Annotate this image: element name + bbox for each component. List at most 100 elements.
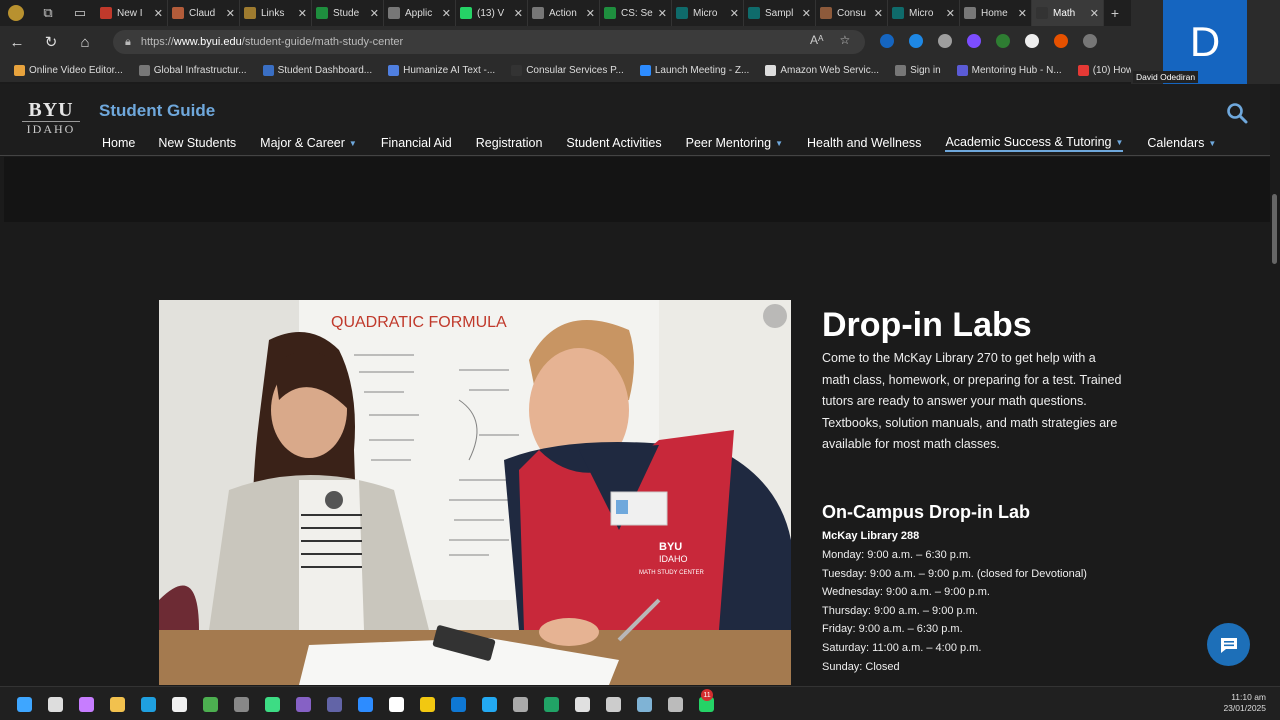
bookmark-label: Student Dashboard... — [277, 64, 373, 76]
hours-line: Sunday: Closed — [822, 660, 900, 673]
nav-item[interactable]: Academic Success & Tutoring ▼ — [945, 134, 1124, 152]
nav-item-label: Calendars — [1147, 136, 1205, 150]
workspaces-icon[interactable]: ⧉ — [32, 0, 64, 26]
tab-actions-icon[interactable]: ▭ — [64, 0, 96, 26]
browser-tab[interactable]: New I ✕ — [96, 0, 168, 26]
back-icon[interactable]: ← — [0, 26, 34, 58]
settings-icon[interactable] — [601, 693, 625, 715]
nav-item[interactable]: Calendars ▼ — [1147, 134, 1216, 152]
bookmark-item[interactable]: Online Video Editor... — [8, 64, 129, 76]
excel-icon[interactable] — [539, 693, 563, 715]
browser-tab[interactable]: (13) V ✕ — [456, 0, 528, 26]
bookmark-item[interactable]: Consular Services P... — [505, 64, 630, 76]
new-tab-button[interactable]: + — [1104, 5, 1126, 21]
tab-close-icon[interactable]: ✕ — [874, 7, 883, 20]
tab-close-icon[interactable]: ✕ — [730, 7, 739, 20]
search-icon[interactable] — [1226, 102, 1248, 124]
chrome-icon[interactable] — [198, 693, 222, 715]
vscode-icon[interactable] — [477, 693, 501, 715]
byu-idaho-logo[interactable]: BYU IDAHO — [22, 100, 80, 135]
android-studio-icon[interactable] — [260, 693, 284, 715]
github-icon[interactable] — [384, 693, 408, 715]
windows-start-icon[interactable] — [12, 693, 36, 715]
home-icon[interactable]: ⌂ — [68, 26, 102, 58]
bookmark-item[interactable]: Launch Meeting - Z... — [634, 64, 756, 76]
extension-2-icon[interactable] — [909, 34, 923, 48]
power-bi-icon[interactable] — [415, 693, 439, 715]
bookmark-item[interactable]: Global Infrastructur... — [133, 64, 253, 76]
store-icon[interactable] — [167, 693, 191, 715]
browser-tab[interactable]: Math ✕ — [1032, 0, 1104, 26]
site-title[interactable]: Student Guide — [99, 101, 215, 121]
tab-close-icon[interactable]: ✕ — [946, 7, 955, 20]
tab-close-icon[interactable]: ✕ — [1090, 7, 1099, 20]
system-clock[interactable]: 11:10 am 23/01/2025 — [1212, 692, 1266, 714]
terminal-icon[interactable] — [229, 693, 253, 715]
browser-tab[interactable]: Stude ✕ — [312, 0, 384, 26]
browser-tab[interactable]: Applic ✕ — [384, 0, 456, 26]
tab-close-icon[interactable]: ✕ — [586, 7, 595, 20]
calculator-icon[interactable] — [663, 693, 687, 715]
tab-close-icon[interactable]: ✕ — [442, 7, 451, 20]
tab-close-icon[interactable]: ✕ — [1018, 7, 1027, 20]
nav-item-label: Academic Success & Tutoring — [945, 135, 1112, 149]
browser-tab[interactable]: Links ✕ — [240, 0, 312, 26]
outlook-icon[interactable] — [446, 693, 470, 715]
nav-item[interactable]: Student Activities — [566, 134, 661, 152]
zoom-icon[interactable] — [353, 693, 377, 715]
extension-4-icon[interactable] — [967, 34, 981, 48]
browser-tab[interactable]: Consu ✕ — [816, 0, 888, 26]
3d-viewer-icon[interactable] — [508, 693, 532, 715]
bookmark-item[interactable]: Mentoring Hub - N... — [951, 64, 1068, 76]
extension-3-icon[interactable] — [938, 34, 952, 48]
browser-tab[interactable]: CS: Se ✕ — [600, 0, 672, 26]
bookmark-item[interactable]: Humanize AI Text -... — [382, 64, 501, 76]
profile-avatar-icon[interactable] — [0, 0, 32, 26]
notepad-icon[interactable] — [632, 693, 656, 715]
file-explorer-icon[interactable] — [105, 693, 129, 715]
browser-tab[interactable]: Action ✕ — [528, 0, 600, 26]
nav-item-label: New Students — [158, 136, 237, 150]
teams-icon[interactable] — [322, 693, 346, 715]
visual-studio-icon[interactable] — [291, 693, 315, 715]
tab-close-icon[interactable]: ✕ — [298, 7, 307, 20]
tab-close-icon[interactable]: ✕ — [226, 7, 235, 20]
bookmark-item[interactable]: Amazon Web Servic... — [759, 64, 885, 76]
browser-tab[interactable]: Sampl ✕ — [744, 0, 816, 26]
tab-close-icon[interactable]: ✕ — [154, 7, 163, 20]
favorite-star-icon[interactable]: ☆ — [839, 33, 850, 47]
bookmark-item[interactable]: Student Dashboard... — [257, 64, 379, 76]
nav-item[interactable]: Major & Career ▼ — [260, 134, 357, 152]
extension-5-icon[interactable] — [996, 34, 1010, 48]
extension-1-icon[interactable] — [880, 34, 894, 48]
browser-tab[interactable]: Home ✕ — [960, 0, 1032, 26]
browser-tab[interactable]: Micro ✕ — [888, 0, 960, 26]
tab-close-icon[interactable]: ✕ — [802, 7, 811, 20]
extension-7-icon[interactable] — [1054, 34, 1068, 48]
main-nav: Home New Students Major & Career ▼ Financial… — [102, 134, 1216, 152]
snipping-tool-icon[interactable] — [570, 693, 594, 715]
nav-item[interactable]: Financial Aid — [381, 134, 452, 152]
read-aloud-icon[interactable]: Aᴬ — [810, 33, 823, 47]
nav-item[interactable]: Home — [102, 134, 135, 152]
copilot-icon[interactable] — [74, 693, 98, 715]
nav-item[interactable]: Registration — [476, 134, 543, 152]
tab-favicon-icon — [172, 7, 184, 19]
settings-icon[interactable] — [1083, 34, 1097, 48]
browser-tab[interactable]: Micro ✕ — [672, 0, 744, 26]
nav-item[interactable]: New Students — [158, 134, 236, 152]
nav-item[interactable]: Peer Mentoring ▼ — [686, 134, 783, 152]
tab-close-icon[interactable]: ✕ — [370, 7, 379, 20]
search-icon[interactable] — [43, 693, 67, 715]
browser-tab[interactable]: Claud ✕ — [168, 0, 240, 26]
bookmark-item[interactable]: Sign in — [889, 64, 947, 76]
refresh-icon[interactable]: ↻ — [34, 26, 68, 58]
address-bar[interactable]: 🔒︎ https://www.byui.edu/student-guide/ma… — [113, 30, 865, 54]
chat-button[interactable] — [1207, 623, 1250, 666]
tab-close-icon[interactable]: ✕ — [514, 7, 523, 20]
edge-icon[interactable] — [136, 693, 160, 715]
nav-item[interactable]: Health and Wellness — [807, 134, 921, 152]
tab-close-icon[interactable]: ✕ — [658, 7, 667, 20]
extension-6-icon[interactable] — [1025, 34, 1039, 48]
page-scrollbar[interactable] — [1270, 84, 1280, 685]
